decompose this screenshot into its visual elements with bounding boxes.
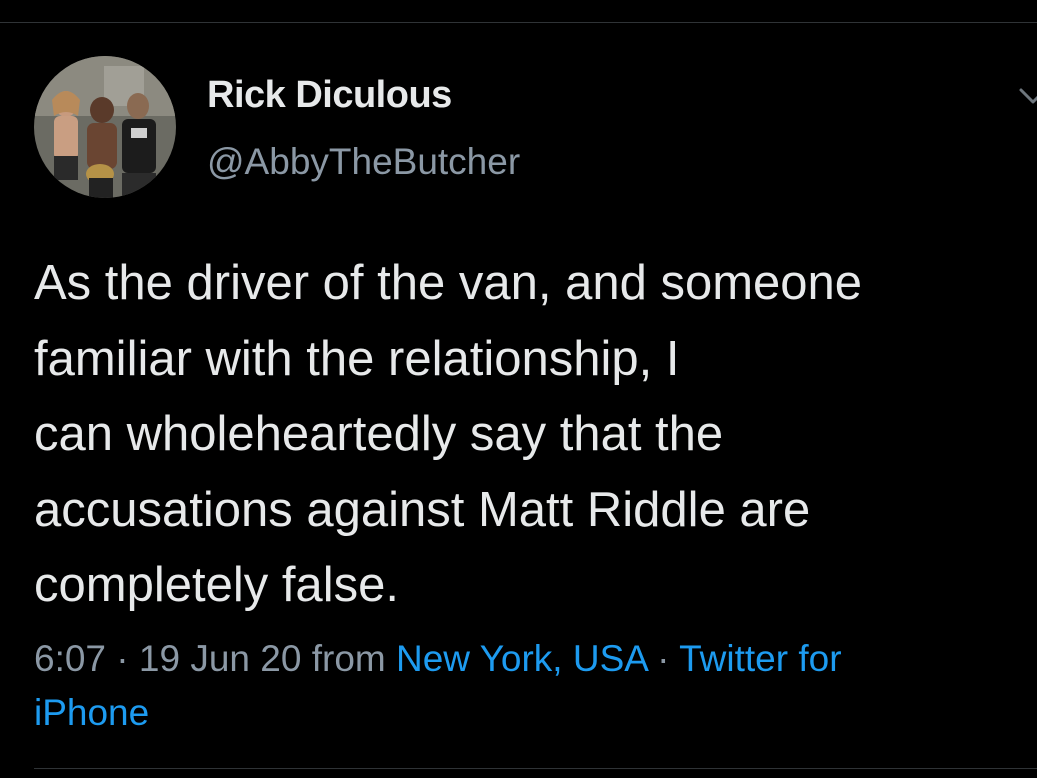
meta-separator: ·	[646, 638, 680, 679]
from-label: from	[301, 638, 396, 679]
top-divider	[0, 22, 1037, 23]
avatar[interactable]	[34, 56, 176, 198]
avatar-photo-icon	[34, 56, 176, 198]
author-handle[interactable]: @AbbyTheButcher	[207, 141, 520, 183]
tweet-time: 6:07	[34, 638, 107, 679]
tweet-text: As the driver of the van, and someone fa…	[34, 246, 1037, 624]
tweet-menu-button[interactable]	[1018, 84, 1037, 108]
tweet-date: 19 Jun 20	[138, 638, 302, 679]
bottom-divider	[34, 768, 1037, 769]
source-link-line2: iPhone	[34, 692, 150, 733]
meta-separator: ·	[106, 638, 139, 679]
tweet-text-line: familiar with the relationship, I	[34, 331, 680, 386]
source-link-line1: Twitter for	[679, 638, 842, 679]
tweet-text-line: can wholeheartedly say that the	[34, 407, 724, 461]
tweet-text-line: completely false.	[34, 558, 399, 612]
tweet-text-line: accusations against Matt Riddle are	[34, 482, 811, 537]
author-display-name[interactable]: Rick Diculous	[207, 74, 452, 117]
tweet-text-line: As the driver of the van, and someone	[34, 256, 863, 310]
tweet-metadata: 6:07 · 19 Jun 20 from New York, USA · Tw…	[34, 632, 1014, 740]
chevron-down-icon	[1019, 88, 1037, 104]
location-link[interactable]: New York, USA	[396, 638, 647, 679]
